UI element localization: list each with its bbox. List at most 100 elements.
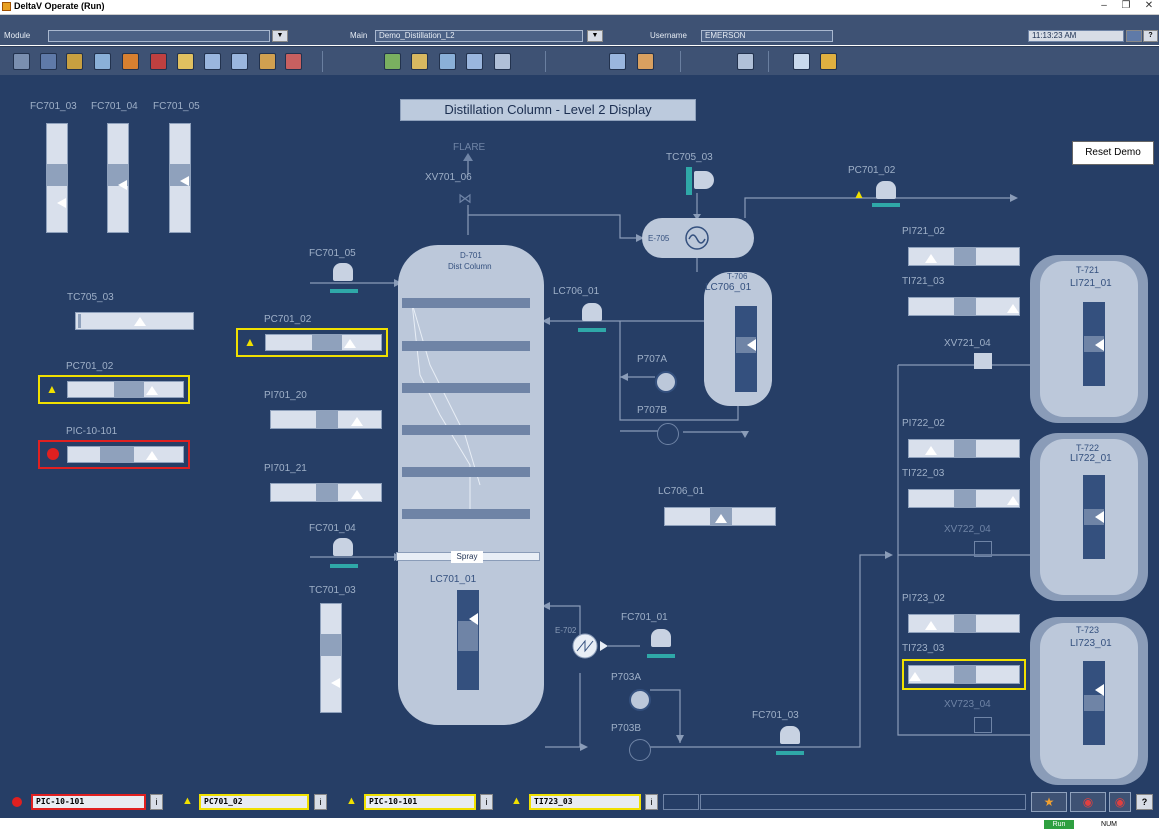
p703a-pump-icon[interactable]	[629, 689, 651, 711]
module-field[interactable]	[48, 30, 270, 42]
toolbar-graph-icon[interactable]	[494, 53, 511, 70]
main-dropdown-icon[interactable]: ▼	[587, 30, 603, 42]
acknowledge-icon[interactable]: ★	[1031, 792, 1067, 812]
toolbar-explorer-icon[interactable]	[94, 53, 111, 70]
tc705-03-valve-icon[interactable]	[694, 171, 714, 189]
toolbar-alarm-bell-icon[interactable]	[820, 53, 837, 70]
toolbar-modules-icon[interactable]	[122, 53, 139, 70]
header-bar: Module ▼ Main Demo_Distillation_L2 ▼ Use…	[0, 15, 1159, 45]
li721-01-bar[interactable]	[1083, 302, 1105, 386]
column-tray	[402, 298, 530, 308]
ti721-03-bar[interactable]	[908, 297, 1020, 316]
fc701-05-valve-icon[interactable]	[333, 263, 353, 281]
pc701-02-mid-bar[interactable]	[265, 334, 382, 351]
toolbar-trend-icon[interactable]	[439, 53, 456, 70]
critical-alarm-icon	[12, 797, 22, 807]
p703b-pump-icon[interactable]	[629, 739, 651, 761]
banner-help-icon[interactable]: ?	[1136, 794, 1153, 810]
li722-01-bar[interactable]	[1083, 475, 1105, 559]
toolbar-silence-icon[interactable]	[737, 53, 754, 70]
ti723-03-alarm-frame[interactable]	[902, 659, 1026, 690]
silence-icon[interactable]: ◉	[1070, 792, 1106, 812]
toolbar-faceplate-icon[interactable]	[150, 53, 167, 70]
p703b-label: P703B	[611, 723, 642, 734]
restore-icon[interactable]: ❐	[1118, 0, 1134, 14]
alarm-info-button[interactable]: i	[645, 794, 658, 810]
alarm-info-button[interactable]: i	[480, 794, 493, 810]
ti723-03-bar[interactable]	[908, 665, 1020, 684]
pic-10-101-bar[interactable]	[67, 446, 184, 463]
fc701-04-top-label: FC701_04	[91, 101, 138, 112]
tc701-03-bar[interactable]	[320, 603, 342, 713]
pi723-02-pointer	[925, 621, 937, 630]
warning-icon: ▲	[511, 795, 522, 807]
close-icon[interactable]: ✕	[1141, 0, 1157, 14]
run-indicator: Run	[1044, 820, 1074, 829]
pi701-21-bar[interactable]	[270, 483, 382, 502]
toolbar-chart-icon[interactable]	[466, 53, 483, 70]
toolbar-exit-icon[interactable]	[13, 53, 30, 70]
t721-label: T-721	[1076, 265, 1100, 275]
toolbar-process-history-icon[interactable]	[384, 53, 401, 70]
alarm-banner-item[interactable]: PIC-10-101	[31, 794, 146, 810]
fc701-03-top-label: FC701_03	[30, 101, 77, 112]
toolbar-library-icon[interactable]	[66, 53, 83, 70]
pc701-02-right-valve-icon[interactable]	[876, 181, 896, 199]
minimize-icon[interactable]: –	[1096, 0, 1112, 14]
t706-level-bar[interactable]	[735, 306, 757, 392]
pc701-02-mid-alarm-frame[interactable]: ▲	[236, 328, 388, 357]
fc701-04-valve-icon[interactable]	[333, 538, 353, 556]
toolbar-print-icon[interactable]	[40, 53, 57, 70]
pi722-02-bar[interactable]	[908, 439, 1020, 458]
p707b-pump-icon[interactable]	[657, 423, 679, 445]
li723-01-label: LI723_01	[1070, 638, 1112, 649]
pc701-02-left-bar[interactable]	[67, 381, 184, 398]
xv722-04-valve-icon[interactable]	[974, 541, 992, 557]
toolbar-alarm-list-icon[interactable]	[259, 53, 276, 70]
xv723-04-valve-icon[interactable]	[974, 717, 992, 733]
toolbar-back-icon[interactable]	[204, 53, 221, 70]
ti722-03-bar[interactable]	[908, 489, 1020, 508]
toolbar-notes-icon[interactable]	[793, 53, 810, 70]
toolbar-main-display-icon[interactable]	[231, 53, 248, 70]
xv701-06-valve-icon[interactable]: ⋈	[458, 190, 478, 206]
alarm-banner-item[interactable]: PIC-10-101	[364, 794, 476, 810]
toolbar-user-icon[interactable]	[609, 53, 626, 70]
alarm-horn-icon[interactable]: ◉	[1109, 792, 1131, 812]
main-field[interactable]: Demo_Distillation_L2	[375, 30, 583, 42]
fc701-03-label: FC701_03	[752, 710, 799, 721]
warning-icon: ▲	[346, 795, 357, 807]
toolbar-event-chronicle-icon[interactable]	[285, 53, 302, 70]
fc701-03-valve-icon[interactable]	[780, 726, 800, 744]
main-label: Main	[350, 31, 368, 40]
alarm-banner-item[interactable]: TI723_03	[529, 794, 641, 810]
li723-01-bar[interactable]	[1083, 661, 1105, 745]
toolbar-login-icon[interactable]	[637, 53, 654, 70]
fc701-01-valve-icon[interactable]	[651, 629, 671, 647]
module-dropdown-icon[interactable]: ▼	[272, 30, 288, 42]
alarm-info-button[interactable]: i	[150, 794, 163, 810]
help-icon[interactable]: ?	[1143, 30, 1158, 42]
lc701-01-bar[interactable]	[457, 590, 479, 690]
pc701-02-left-alarm-frame[interactable]: ▲	[38, 375, 190, 404]
lc706-01-valve-icon[interactable]	[582, 303, 602, 321]
pic-10-101-label: PIC-10-101	[66, 426, 118, 437]
pi701-20-bar[interactable]	[270, 410, 382, 429]
lc706-01-bar-pointer	[715, 514, 727, 523]
lc706-01-bar[interactable]	[664, 507, 776, 526]
fc701-05-top-bar[interactable]	[169, 123, 191, 233]
pi721-02-bar[interactable]	[908, 247, 1020, 266]
fc701-04-top-bar[interactable]	[107, 123, 129, 233]
alarm-info-button[interactable]: i	[314, 794, 327, 810]
pi723-02-bar[interactable]	[908, 614, 1020, 633]
alarm-banner-item[interactable]: PC701_02	[199, 794, 309, 810]
toolbar-diagnostics-icon[interactable]	[411, 53, 428, 70]
fc701-03-top-bar[interactable]	[46, 123, 68, 233]
p707a-pump-icon[interactable]	[655, 371, 677, 393]
window-layout-icon[interactable]	[1126, 30, 1142, 42]
xv721-04-valve-icon[interactable]	[974, 353, 992, 369]
pic-10-101-alarm-frame[interactable]	[38, 440, 190, 469]
li722-01-pointer	[1095, 511, 1104, 523]
tc705-03-left-bar[interactable]	[75, 312, 194, 330]
toolbar-open-folder-icon[interactable]	[177, 53, 194, 70]
